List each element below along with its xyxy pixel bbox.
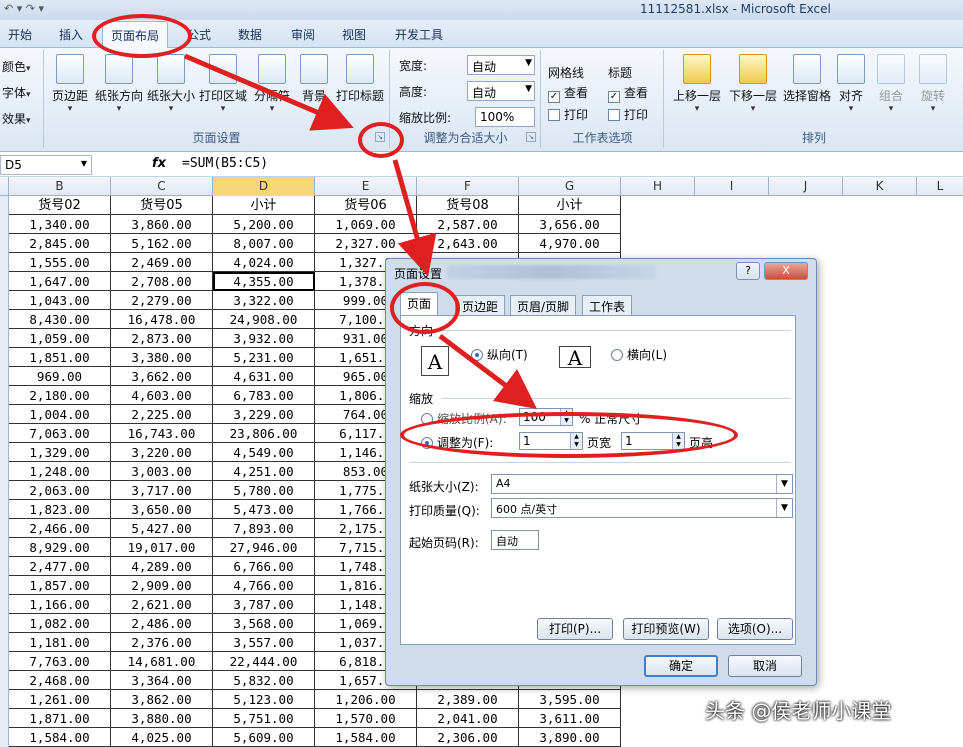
arrow-icon: [438, 334, 537, 410]
arrow-icon: [392, 159, 437, 277]
annotation-arrows: [184, 53, 537, 410]
arrow-icon: [184, 53, 354, 131]
watermark: 头条 @侯老师小课堂: [705, 699, 892, 723]
